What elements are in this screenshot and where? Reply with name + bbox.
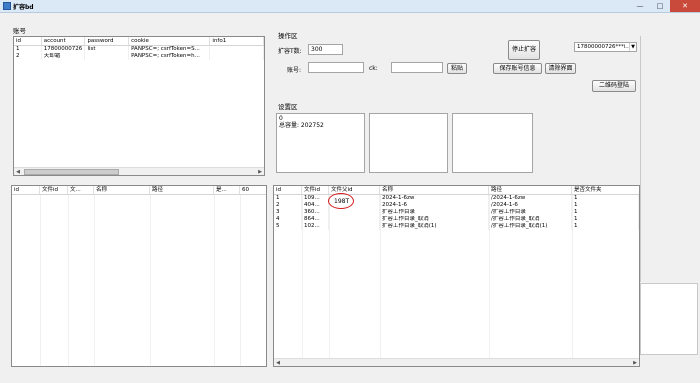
settings-textarea-2[interactable] xyxy=(369,113,448,173)
col-header-is-folder[interactable]: 是否文件夹 xyxy=(572,186,639,194)
col-header-file-id[interactable]: 文件id xyxy=(40,186,68,194)
col-header-file-id[interactable]: 文件id xyxy=(302,186,329,194)
maximize-icon[interactable]: □ xyxy=(650,0,670,12)
col-header-is-folder[interactable]: 是... xyxy=(214,186,240,194)
col-header-id[interactable]: id xyxy=(274,186,302,194)
close-icon[interactable]: ✕ xyxy=(670,0,700,12)
account-section-label: 账号 xyxy=(13,27,26,35)
scroll-thumb[interactable] xyxy=(24,168,119,175)
qrcode-login-button[interactable]: 二维码登陆 xyxy=(592,80,636,92)
table-row[interactable]: 1 17800000726 list PANPSC=; csrfToken=S.… xyxy=(14,46,264,53)
left-file-table-header: id 文件id 文... 名称 路径 是... 60 xyxy=(12,186,266,195)
col-header-name[interactable]: 名称 xyxy=(380,186,489,194)
col-header-id[interactable]: id xyxy=(12,186,40,194)
col-header-parent-id[interactable]: 文... xyxy=(68,186,94,194)
operation-section-label: 操作区 xyxy=(278,32,298,40)
col-header-path[interactable]: 路径 xyxy=(489,186,572,194)
settings-section-label: 设置区 xyxy=(278,103,298,111)
total-capacity-text: 总容量: 202752 xyxy=(279,122,324,129)
col-header-name[interactable]: 名称 xyxy=(94,186,150,194)
save-account-button[interactable]: 保存账号信息 xyxy=(493,63,542,74)
table-row[interactable]: 2 天却霜 PANPSC=; csrfToken=h... xyxy=(14,53,264,60)
col-header-id[interactable]: id xyxy=(14,37,42,45)
ck-label: ck: xyxy=(369,65,378,72)
col-header-extra[interactable]: 60 xyxy=(240,186,266,194)
stop-expand-button[interactable]: 停止扩容 xyxy=(508,40,540,60)
account-select-value: 17800000726***i... xyxy=(577,44,631,50)
minimize-icon[interactable]: — xyxy=(630,0,650,12)
col-header-cookie[interactable]: cookie xyxy=(129,37,211,45)
account-input[interactable] xyxy=(308,62,364,73)
ck-input[interactable] xyxy=(391,62,443,73)
account-table-header: id account password cookie info1 xyxy=(14,37,264,46)
highlight-text: 198T xyxy=(334,198,350,205)
col-header-account[interactable]: account xyxy=(42,37,86,45)
window-controls: — □ ✕ xyxy=(630,0,700,12)
paste-button[interactable]: 粘贴 xyxy=(447,63,467,74)
expand-input[interactable]: 300 xyxy=(308,44,343,55)
right-file-table-hscroll[interactable]: ◀ ▶ xyxy=(274,358,639,366)
account-select[interactable]: 17800000726***i... ▼ xyxy=(574,42,637,52)
table-row[interactable]: 3 360... 扩容工作目录 /扩容工作目录 1 xyxy=(274,209,639,216)
settings-textarea-3[interactable] xyxy=(452,113,533,173)
title-bar xyxy=(0,0,700,13)
window-title: 扩容bd xyxy=(13,4,34,11)
clear-screen-button[interactable]: 清除界面 xyxy=(545,63,576,74)
table-row[interactable]: 5 102... 扩容工作目录_取消(1) /扩容工作目录_取消(1) 1 xyxy=(274,223,639,230)
account-input-label: 账号: xyxy=(287,67,302,74)
settings-value-line: 0 xyxy=(279,115,283,122)
account-table[interactable]: id account password cookie info1 1 17800… xyxy=(13,36,265,176)
expand-label: 扩容T数: xyxy=(278,48,302,55)
scroll-left-icon[interactable]: ◀ xyxy=(274,360,282,366)
chevron-down-icon[interactable]: ▼ xyxy=(629,43,636,51)
app-icon xyxy=(3,2,11,10)
scroll-right-icon[interactable]: ▶ xyxy=(631,360,639,366)
left-file-table[interactable]: id 文件id 文... 名称 路径 是... 60 xyxy=(11,185,267,367)
col-header-info1[interactable]: info1 xyxy=(210,37,264,45)
scroll-right-icon[interactable]: ▶ xyxy=(256,169,264,175)
table-row[interactable]: 4 864... 扩容工作目录_取消 /扩容工作目录_取消 1 xyxy=(274,216,639,223)
log-box[interactable] xyxy=(640,283,698,355)
settings-textarea-1[interactable]: 0 总容量: 202752 xyxy=(276,113,365,173)
account-table-hscroll[interactable]: ◀ ▶ xyxy=(14,167,264,175)
col-header-path[interactable]: 路径 xyxy=(150,186,214,194)
col-header-password[interactable]: password xyxy=(85,37,130,45)
right-file-table-header: id 文件id 文件父id 名称 路径 是否文件夹 xyxy=(274,186,639,195)
side-panel xyxy=(640,36,698,282)
right-file-table[interactable]: id 文件id 文件父id 名称 路径 是否文件夹 1 109... 2024-… xyxy=(273,185,640,367)
scroll-left-icon[interactable]: ◀ xyxy=(14,169,22,175)
